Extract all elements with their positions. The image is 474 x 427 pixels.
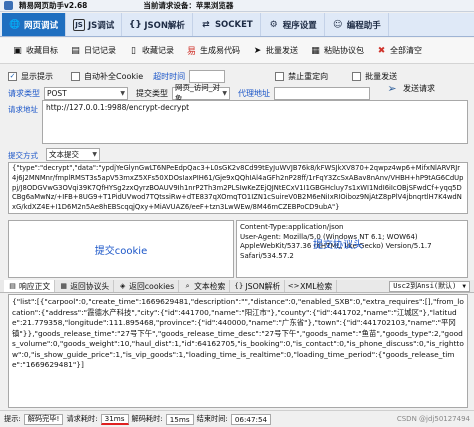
chevron-down-icon: ▼ xyxy=(222,89,227,97)
xml-icon: <> xyxy=(287,282,300,290)
clipboard-icon: ▦ xyxy=(311,45,320,56)
request-body-input[interactable]: {"type":"decrypt","data":"ypdjYeGlynGwLT… xyxy=(8,162,468,214)
clear-all-button[interactable]: ✖ 全部清空 xyxy=(370,41,428,61)
address-label: 请求地址 xyxy=(8,105,38,114)
robot-icon: ☺ xyxy=(333,19,343,30)
content-type-label: 提交类型 xyxy=(136,88,168,98)
cookie-input[interactable]: 提交cookie xyxy=(8,220,234,278)
tab-js-debug[interactable]: JS JS调试 xyxy=(66,13,123,36)
proxy-input[interactable] xyxy=(274,86,370,100)
tab-response-headers[interactable]: ▦ 返回协议头 xyxy=(55,280,115,292)
tab-web-debug[interactable]: 🌐 网页调试 xyxy=(2,13,67,36)
hint-label: 提示: xyxy=(4,414,21,423)
batch-send-label: 批量发送 xyxy=(365,71,398,81)
app-icon xyxy=(4,1,13,10)
header-line: Content-Type:application/json xyxy=(240,223,344,231)
auto-cookie-checkbox[interactable] xyxy=(71,71,80,81)
log-record-button[interactable]: ▤ 日记记录 xyxy=(64,41,122,61)
yi-icon: 易 xyxy=(186,47,196,57)
chevron-down-icon: ▼ xyxy=(120,89,125,97)
window-title: 精易网页助手v2.68 xyxy=(19,1,88,10)
hint-value: 解码完毕! xyxy=(23,413,64,425)
tab-settings[interactable]: ⚙ 程序设置 xyxy=(261,13,325,36)
show-hint-checkbox[interactable]: ✓ xyxy=(8,71,17,81)
tab-xml-search[interactable]: <> XML检索 xyxy=(285,280,338,292)
notebook-icon: ▤ xyxy=(71,45,80,56)
batch-send-checkbox[interactable] xyxy=(352,71,362,81)
charset-select[interactable]: Usc2到Ansi(默认) ▼ xyxy=(389,280,470,292)
decode-time-value: 15ms xyxy=(165,413,194,425)
response-tabs: ▤ 响应正文 ▦ 返回协议头 ◈ 返回cookies ⌕ 文本检索 {} JSO… xyxy=(0,280,474,293)
json-icon: {} xyxy=(234,282,244,290)
device-label: 当前请求设备：苹果浏览器 xyxy=(143,1,234,10)
chevron-down-icon: ▼ xyxy=(92,151,97,158)
decode-time-label: 解码耗时: xyxy=(131,414,163,423)
proxy-label: 代理地址 xyxy=(238,88,270,98)
header-input[interactable]: Content-Type:application/json User-Agent… xyxy=(236,220,468,278)
request-time-value: 31ms xyxy=(100,413,129,425)
paste-packet-button[interactable]: ▦ 粘贴协议包 xyxy=(304,41,370,61)
disable-redirect-label: 禁止重定向 xyxy=(288,71,329,81)
chevron-down-icon: ▼ xyxy=(462,282,466,290)
tab-response-cookies[interactable]: ◈ 返回cookies xyxy=(114,280,180,292)
status-bar: 提示: 解码完毕! 请求耗时: 31ms 解码耗时: 15ms 结束时间: 06… xyxy=(0,410,474,427)
cookie-icon: ◈ xyxy=(119,282,126,290)
title-bar: 精易网页助手v2.68 当前请求设备：苹果浏览器 xyxy=(0,0,474,12)
braces-icon: {} xyxy=(128,19,142,30)
timeout-label: 超时时间 xyxy=(153,71,186,81)
auto-cookie-label: 自动补全Cookie xyxy=(84,71,144,81)
saved-records-button[interactable]: ▯ 收藏记录 xyxy=(122,41,180,61)
response-body-text[interactable]: {"list":[{"carpool":0,"create_time":1669… xyxy=(8,294,468,408)
save-target-button[interactable]: ▣ 收藏目标 xyxy=(6,41,64,61)
visit-mode-select[interactable]: 网页_访问_对象 ▼ xyxy=(172,83,230,103)
globe-icon: 🌐 xyxy=(9,19,21,30)
tab-text-search[interactable]: ⌕ 文本检索 xyxy=(179,280,231,292)
finish-time-label: 结束时间: xyxy=(196,414,228,423)
method-select[interactable]: POST ▼ xyxy=(44,86,128,100)
tab-response-body[interactable]: ▤ 响应正文 xyxy=(4,280,56,292)
batch-send-button[interactable]: ➤ 批量发送 xyxy=(246,41,304,61)
url-input[interactable]: http://127.0.0.1:9988/encrypt-decrypt xyxy=(42,100,468,144)
send-request-button[interactable]: ➢ 发送请求 xyxy=(385,81,435,95)
generate-code-button[interactable]: 易 生成易代码 xyxy=(180,41,246,61)
request-time-label: 请求耗时: xyxy=(66,414,98,423)
doc-icon: ▤ xyxy=(9,282,16,290)
watermark-credit: CSDN @jdj50127494 xyxy=(396,415,470,423)
socket-icon: ⇄ xyxy=(202,19,210,30)
search-icon: ⌕ xyxy=(185,281,190,290)
clear-icon: ✖ xyxy=(377,45,386,56)
timeout-input[interactable] xyxy=(189,69,226,83)
tab-socket[interactable]: ⇄ SOCKET xyxy=(193,13,261,36)
encoding-select[interactable]: 文本提交 ▼ xyxy=(46,148,100,161)
main-tabs: 🌐 网页调试 JS JS调试 {} JSON解析 ⇄ SOCKET ⚙ 程序设置… xyxy=(0,13,474,37)
header-line: Safari/534.57.2 xyxy=(240,251,294,260)
send-icon: ➤ xyxy=(253,45,262,56)
encoding-label: 提交方式 xyxy=(8,151,38,160)
tab-json-view[interactable]: {} JSON解析 xyxy=(230,280,286,292)
finish-time-value: 06:47:54 xyxy=(230,413,272,425)
box-icon: ▣ xyxy=(13,45,22,56)
cookie-placeholder: 提交cookie xyxy=(94,245,148,257)
show-hint-label: 显示提示 xyxy=(21,71,53,81)
tab-coding-assistant[interactable]: ☺ 编程助手 xyxy=(325,13,389,36)
document-icon: ▯ xyxy=(131,45,136,56)
request-type-label: 请求类型 xyxy=(8,88,40,98)
toolbar: ▣ 收藏目标 ▤ 日记记录 ▯ 收藏记录 易 生成易代码 ➤ 批量发送 ▦ 粘贴… xyxy=(0,38,474,64)
tab-json-parse[interactable]: {} JSON解析 xyxy=(122,13,193,36)
paper-plane-icon: ➢ xyxy=(387,81,397,95)
js-icon: JS xyxy=(73,18,86,31)
header-placeholder: 提交协议头 xyxy=(313,240,363,251)
header-icon: ▦ xyxy=(60,282,67,290)
disable-redirect-checkbox[interactable] xyxy=(275,71,285,81)
gear-icon: ⚙ xyxy=(269,19,278,30)
